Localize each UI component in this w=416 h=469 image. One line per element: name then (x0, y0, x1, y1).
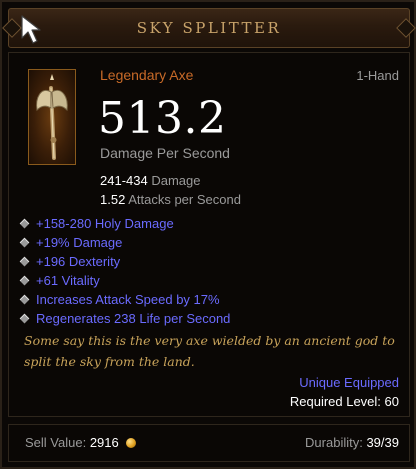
item-slot: 1-Hand (356, 68, 399, 83)
axe-icon (36, 74, 68, 160)
item-name: SKY SPLITTER (136, 19, 282, 37)
gold-coin-icon (126, 438, 137, 448)
affix-item: +158-280 Holy Damage (19, 214, 230, 233)
item-title-bar: SKY SPLITTER (8, 8, 410, 48)
durability-label: Durability: (305, 435, 363, 450)
attack-speed-label: Attacks per Second (128, 192, 241, 207)
affix-item: +196 Dexterity (19, 252, 230, 271)
damage-range-value: 241-434 (100, 173, 148, 188)
cursor-arrow-icon (21, 15, 41, 44)
durability: Durability: 39/39 (305, 435, 399, 450)
diamond-bullet-icon (19, 275, 30, 286)
dps-value: 513.2 (98, 93, 227, 144)
affix-list: +158-280 Holy Damage +19% Damage +196 De… (19, 214, 230, 328)
attack-speed-line: 1.52 Attacks per Second (100, 192, 241, 207)
unique-equipped-label: Unique Equipped (299, 375, 399, 390)
durability-value: 39/39 (366, 435, 399, 450)
item-type: Legendary Axe (100, 67, 194, 83)
sell-value: Sell Value: 2916 (25, 435, 137, 450)
damage-range-line: 241-434 Damage (100, 173, 200, 188)
sell-value-amount: 2916 (89, 435, 119, 450)
required-level: Required Level: 60 (289, 394, 399, 409)
diamond-bullet-icon (19, 218, 30, 229)
damage-range-label: Damage (151, 173, 201, 188)
affix-item: +61 Vitality (19, 271, 230, 290)
item-tooltip: SKY SPLITTER Legendary Axe 1-Hand 513.2 … (0, 0, 416, 469)
flavor-text: Some say this is the very axe wielded by… (24, 333, 395, 369)
item-icon-frame (28, 69, 76, 165)
item-footer: Sell Value: 2916 Durability: 39/39 (8, 424, 410, 462)
diamond-bullet-icon (19, 294, 30, 305)
diamond-bullet-icon (19, 237, 30, 248)
diamond-bullet-icon (19, 256, 30, 267)
sell-value-label: Sell Value: (25, 435, 87, 450)
item-details-panel: Legendary Axe 1-Hand 513.2 Damage Per Se… (8, 52, 410, 417)
attack-speed-value: 1.52 (100, 192, 126, 207)
affix-item: +19% Damage (19, 233, 230, 252)
affix-item: Regenerates 238 Life per Second (19, 309, 230, 328)
dps-label: Damage Per Second (100, 145, 230, 161)
diamond-bullet-icon (19, 313, 30, 324)
affix-item: Increases Attack Speed by 17% (19, 290, 230, 309)
